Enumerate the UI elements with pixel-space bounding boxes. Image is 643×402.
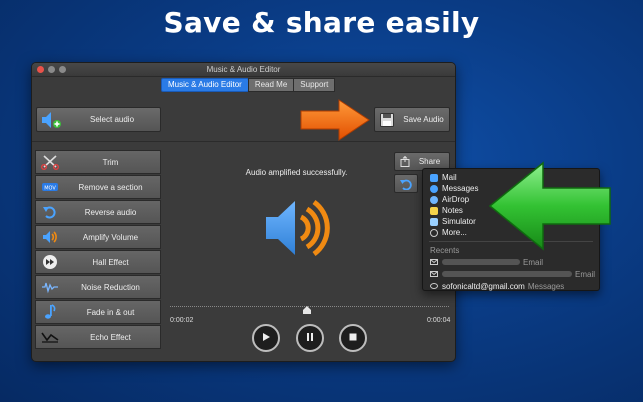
app-window: Music & Audio Editor Music & Audio Edito… [31,62,456,362]
minimize-window-button[interactable] [48,66,55,73]
effects-sidebar: Trim MOV Remove a section Reverse audio … [35,150,161,349]
pause-button[interactable] [296,324,324,352]
messages-icon [430,184,438,193]
envelope-icon [430,271,438,277]
sidebar-item-fade-in-out[interactable]: Fade in & out [35,300,161,324]
select-audio-label: Select audio [89,115,135,124]
sidebar-item-label: Noise Reduction [81,282,140,292]
svg-text:MOV: MOV [44,186,56,192]
share-menu-item-label: Messages [442,184,479,193]
simulator-icon [430,217,438,226]
recent-kind: Email [575,269,596,279]
sidebar-item-label: Fade in & out [86,307,135,317]
recent-kind: Messages [527,281,565,291]
play-icon [261,329,271,347]
floppy-disk-icon [380,112,398,127]
sidebar-item-label: Remove a section [78,182,143,192]
envelope-icon [430,259,438,265]
save-audio-label: Save Audio [403,115,444,124]
pause-icon [305,329,315,347]
save-audio-button[interactable]: Save Audio [374,107,450,132]
stop-button[interactable] [339,324,367,352]
undo-button[interactable] [394,174,418,193]
echo-icon [39,328,61,346]
tab-read-me[interactable]: Read Me [247,78,295,92]
sidebar-item-noise-reduction[interactable]: Noise Reduction [35,275,161,299]
sidebar-item-echo-effect[interactable]: Echo Effect [35,325,161,349]
time-start: 0:00:02 [170,317,194,324]
stop-icon [348,329,358,347]
sidebar-item-label: Amplify Volume [82,232,139,242]
select-audio-button[interactable]: Select audio [36,107,161,132]
airdrop-icon [430,195,438,204]
share-menu-item-label: Notes [442,206,463,215]
hall-effect-icon [39,253,61,271]
sidebar-item-label: Trim [102,157,119,167]
share-menu-item-label: Mail [442,173,457,182]
redacted-name [442,271,572,277]
window-title: Music & Audio Editor [206,65,281,74]
sidebar-item-reverse-audio[interactable]: Reverse audio [35,200,161,224]
large-speaker-icon [262,193,332,268]
add-audio-icon [40,110,64,130]
speaker-icon [39,228,61,246]
notes-icon [430,206,438,215]
recent-contact[interactable]: Email [423,268,599,280]
share-label: Share [418,157,441,166]
sidebar-item-trim[interactable]: Trim [35,150,161,174]
share-menu-item-label: Simulator [442,217,476,226]
time-end: 0:00:04 [427,317,451,324]
remove-section-icon: MOV [39,178,61,196]
status-message: Audio amplified successfully. [245,168,348,177]
share-icon [400,156,410,167]
orange-pointer-arrow-icon [299,98,371,147]
zoom-window-button[interactable] [59,66,66,73]
sidebar-item-amplify-volume[interactable]: Amplify Volume [35,225,161,249]
scissors-icon [39,153,61,171]
sidebar-item-label: Echo Effect [90,332,131,342]
tab-bar: Music & Audio Editor Read Me Support [161,78,336,92]
headline: Save & share easily [163,6,480,39]
undo-icon [399,177,417,195]
sidebar-item-remove-section[interactable]: MOV Remove a section [35,175,161,199]
green-pointer-arrow-icon [487,160,613,257]
mail-icon [430,173,438,182]
recent-contact[interactable]: sofonicaltd@gmail.com Messages [423,280,599,292]
sidebar-item-label: Reverse audio [84,207,137,217]
redacted-name [442,259,520,265]
share-menu-item-label: More... [442,228,467,237]
music-note-icon [39,303,61,321]
sidebar-item-label: Hall Effect [92,257,129,267]
share-menu-item-label: AirDrop [442,195,470,204]
close-window-button[interactable] [37,66,44,73]
play-button[interactable] [252,324,280,352]
playhead-handle[interactable] [303,301,311,319]
chat-bubble-icon [430,282,438,290]
recent-name: sofonicaltd@gmail.com [442,281,525,291]
reverse-icon [39,203,61,221]
noise-reduction-icon [39,278,61,296]
tab-music-audio-editor[interactable]: Music & Audio Editor [161,78,249,92]
sidebar-item-hall-effect[interactable]: Hall Effect [35,250,161,274]
recent-kind: Email [523,257,544,267]
recent-contact[interactable]: Email [423,256,599,268]
more-icon [430,228,438,237]
tab-support[interactable]: Support [293,78,336,92]
toolbar-divider [32,141,455,142]
title-bar: Music & Audio Editor [32,63,455,77]
